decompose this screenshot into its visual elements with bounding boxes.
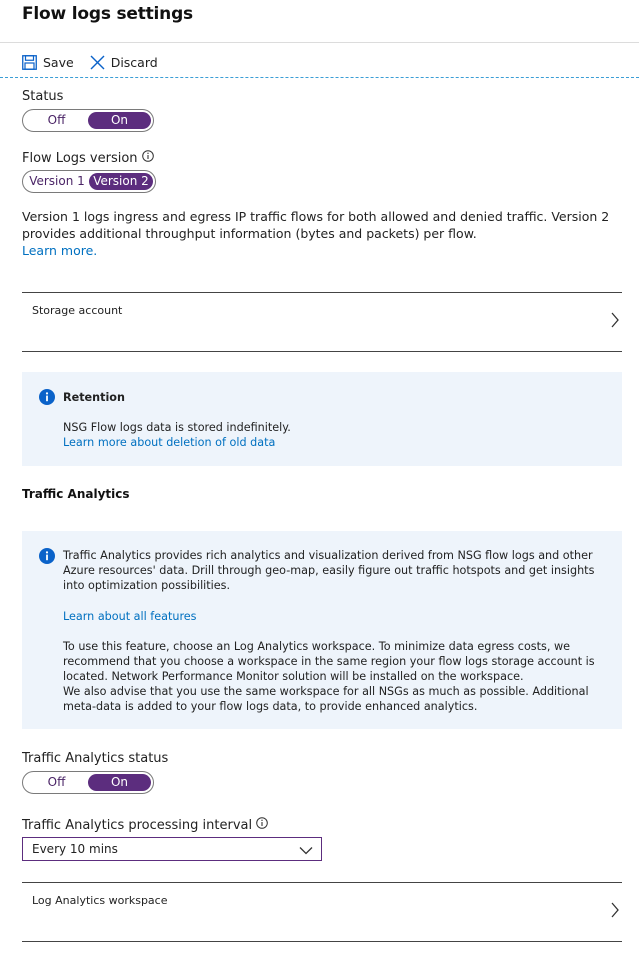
- chevron-down-icon: [299, 844, 313, 858]
- flow-logs-version-label: Flow Logs version: [22, 150, 138, 166]
- workspace-text: To use this feature, choose an Log Analy…: [63, 640, 595, 683]
- learn-more-link[interactable]: Learn more.: [22, 243, 97, 258]
- processing-interval-value: Every 10 mins: [32, 842, 118, 856]
- log-analytics-workspace-row[interactable]: Log Analytics workspace: [22, 883, 622, 941]
- page-title: Flow logs settings: [22, 4, 193, 24]
- traffic-analytics-info-box: Traffic Analytics provides rich analytic…: [22, 531, 622, 729]
- version-1-option[interactable]: Version 1: [25, 173, 89, 190]
- storage-account-label: Storage account: [32, 304, 123, 317]
- status-label: Status: [22, 89, 64, 104]
- discard-label: Discard: [110, 54, 158, 70]
- save-icon: [22, 54, 37, 70]
- divider: [22, 351, 622, 352]
- processing-interval-label: Traffic Analytics processing interval: [22, 817, 253, 833]
- retention-text: NSG Flow logs data is stored indefinitel…: [63, 421, 291, 434]
- divider: [22, 941, 622, 942]
- discard-button[interactable]: Discard: [90, 55, 158, 70]
- version-description: Version 1 logs ingress and egress IP tra…: [22, 208, 612, 259]
- chevron-right-icon: [610, 312, 620, 332]
- traffic-analytics-heading: Traffic Analytics: [22, 487, 130, 501]
- advise-text: We also advise that you use the same wor…: [63, 685, 589, 713]
- ta-status-on-option[interactable]: On: [88, 774, 151, 791]
- status-off-option[interactable]: Off: [25, 112, 88, 129]
- status-on-option[interactable]: On: [88, 112, 151, 129]
- info-circle-icon[interactable]: [141, 150, 154, 166]
- retention-info-box: Retention NSG Flow logs data is stored i…: [22, 372, 622, 466]
- version-2-option[interactable]: Version 2: [89, 173, 153, 190]
- storage-account-row[interactable]: Storage account: [22, 293, 622, 351]
- title-divider: [0, 42, 639, 43]
- deletion-learn-more-link[interactable]: Learn more about deletion of old data: [63, 436, 275, 449]
- save-button[interactable]: Save: [22, 55, 74, 70]
- flow-logs-version-field: Flow Logs version: [22, 150, 154, 166]
- toolbar-divider: [0, 77, 639, 78]
- learn-about-features-link[interactable]: Learn about all features: [63, 610, 197, 623]
- traffic-analytics-info-text: Traffic Analytics provides rich analytic…: [63, 549, 595, 592]
- retention-link-row: Learn more about deletion of old data: [63, 435, 608, 450]
- traffic-analytics-status-toggle: Off On: [22, 771, 154, 794]
- log-analytics-workspace-label: Log Analytics workspace: [32, 894, 168, 907]
- close-icon: [90, 55, 105, 70]
- chevron-right-icon: [610, 902, 620, 922]
- traffic-analytics-status-label: Traffic Analytics status: [22, 751, 169, 766]
- save-label: Save: [43, 54, 74, 70]
- retention-title: Retention: [63, 391, 125, 404]
- info-circle-icon[interactable]: [256, 817, 268, 833]
- status-toggle: Off On: [22, 109, 154, 132]
- flow-logs-version-toggle: Version 1 Version 2: [22, 170, 156, 193]
- processing-interval-dropdown[interactable]: Every 10 mins: [22, 837, 322, 861]
- features-link-row: Learn about all features: [63, 609, 608, 624]
- command-bar: Save Discard: [22, 52, 158, 72]
- version-description-text: Version 1 logs ingress and egress IP tra…: [22, 209, 610, 241]
- info-icon: [39, 548, 55, 568]
- ta-status-off-option[interactable]: Off: [25, 774, 88, 791]
- info-icon: [39, 389, 55, 409]
- workspace-advice-text: To use this feature, choose an Log Analy…: [63, 639, 608, 714]
- processing-interval-field: Traffic Analytics processing interval: [22, 817, 268, 833]
